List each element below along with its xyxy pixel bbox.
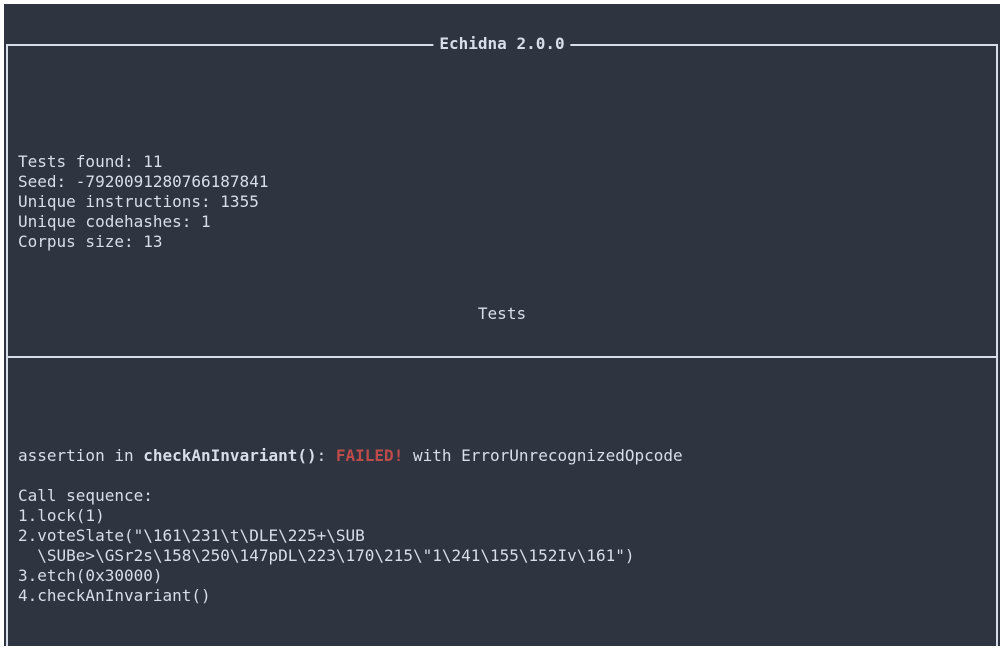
callseq-step: \SUBe>\GSr2s\158\250\147pDL\223\170\215\… [18,546,635,565]
uniq-instr-label: Unique instructions: [18,192,220,211]
failed-status: FAILED! [336,446,403,465]
tests-header: Tests [472,304,532,324]
callseq-step: 4.checkAnInvariant() [18,586,211,605]
tests-section: Tests assertion in checkAnInvariant(): F… [18,316,986,646]
failed-test-block: assertion in checkAnInvariant(): FAILED!… [18,438,986,614]
seed-value: -7920091280766187841 [76,172,269,191]
callseq-step: 2.voteSlate("\161\231\t\DLE\225+\SUB [18,526,365,545]
callseq-step: 3.etch(0x30000) [18,566,163,585]
failed-fn: checkAnInvariant() [143,446,316,465]
terminal-window: Echidna 2.0.0 Tests found: 11 Seed: -792… [4,4,1000,646]
stats-block: Tests found: 11 Seed: -79200912807661878… [18,126,986,256]
uniq-hash-value: 1 [201,212,211,231]
callseq-label: Call sequence: [18,486,153,505]
tests-found-value: 11 [143,152,162,171]
tests-divider [8,356,996,358]
seed-label: Seed: [18,172,76,191]
uniq-instr-value: 1355 [220,192,259,211]
assertion-prefix: assertion in [18,446,143,465]
uniq-hash-label: Unique codehashes: [18,212,201,231]
app-title: Echidna 2.0.0 [433,34,570,54]
outer-frame: Echidna 2.0.0 Tests found: 11 Seed: -792… [6,44,998,646]
colon: : [317,446,336,465]
callseq-step: 1.lock(1) [18,506,105,525]
failed-suffix: with ErrorUnrecognizedOpcode [403,446,682,465]
tests-found-label: Tests found: [18,152,143,171]
corpus-value: 13 [143,232,162,251]
corpus-label: Corpus size: [18,232,143,251]
